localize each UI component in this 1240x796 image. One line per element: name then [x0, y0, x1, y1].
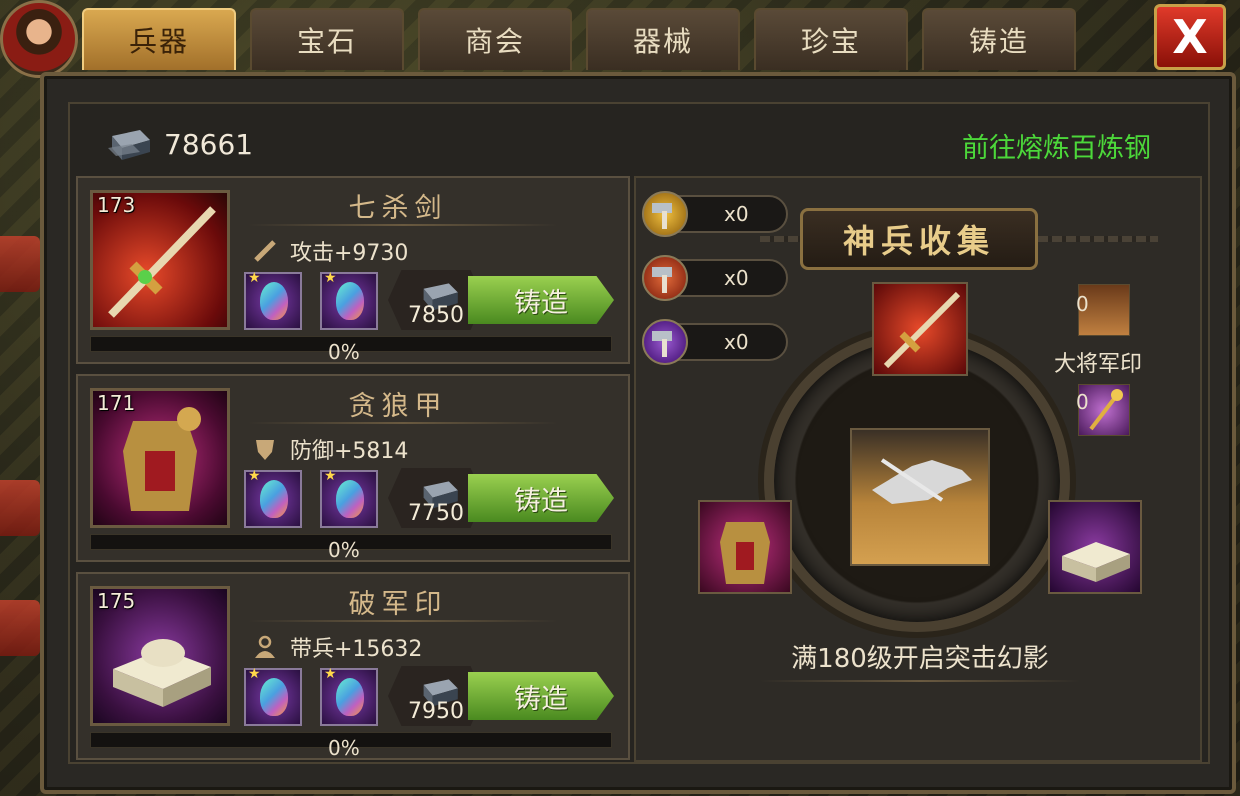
stat-value: 带兵+15632: [290, 637, 423, 662]
item-level: 173: [97, 193, 136, 217]
gem-slot-icon[interactable]: [320, 468, 378, 528]
hammer-counter: x0: [642, 318, 788, 366]
gold-hammer-icon: [642, 191, 688, 237]
side-notification[interactable]: [0, 600, 40, 656]
forge-item-card: 175 破军印 带兵+15632 7950 铸造 0%: [76, 572, 630, 760]
collection-title: 神兵收集: [800, 208, 1038, 270]
gem-slot-icon[interactable]: [244, 666, 302, 726]
hammer-counter: x0: [642, 190, 788, 238]
item-stat: 攻击+9730: [252, 234, 408, 268]
forge-button[interactable]: 铸造: [468, 276, 614, 324]
armor-item-icon[interactable]: 171: [90, 388, 230, 528]
reward-name: 大将军印: [1054, 352, 1143, 377]
progress-text: 0%: [328, 736, 360, 760]
unlock-divider: [760, 680, 1080, 682]
name-divider: [248, 620, 558, 622]
item-stat: 防御+5814: [252, 432, 408, 466]
forge-action: 7850 铸造: [388, 270, 618, 330]
reward-count: 0: [1076, 292, 1089, 316]
tab-forging[interactable]: 铸造: [922, 8, 1076, 70]
item-name: 破军印: [348, 589, 448, 620]
forge-item-card: 173 七杀剑 攻击+9730 7850 铸造 0%: [76, 176, 630, 364]
item-name: 七杀剑: [348, 193, 448, 224]
tab-treasures[interactable]: 珍宝: [754, 8, 908, 70]
seal-item-icon[interactable]: 175: [90, 586, 230, 726]
forge-item-card: 171 贪狼甲 防御+5814 7750 铸造 0%: [76, 374, 630, 562]
hammer-counter: x0: [642, 254, 788, 302]
hammer-count: x0: [678, 195, 788, 233]
close-button[interactable]: X: [1154, 4, 1226, 70]
item-stat: 带兵+15632: [252, 630, 422, 664]
tab-guild-shop[interactable]: 商会: [418, 8, 572, 70]
sword-collection-slot[interactable]: [872, 282, 968, 376]
progress-text: 0%: [328, 538, 360, 562]
player-avatar[interactable]: [0, 0, 78, 78]
gem-slot-icon[interactable]: [244, 468, 302, 528]
hammer-count: x0: [678, 259, 788, 297]
purple-hammer-icon: [642, 319, 688, 365]
divine-weapon-silhouette: [850, 428, 990, 566]
stat-value: 攻击+9730: [290, 241, 409, 266]
side-notification[interactable]: [0, 236, 40, 292]
iron-resource: 78661: [104, 116, 253, 172]
sword-item-icon[interactable]: 173: [90, 190, 230, 330]
smelt-steel-link[interactable]: 前往熔炼百炼钢: [962, 126, 1151, 165]
iron-amount: 78661: [164, 127, 254, 161]
forge-action: 7950 铸造: [388, 666, 618, 726]
progress-text: 0%: [328, 340, 360, 364]
item-level: 175: [97, 589, 136, 613]
troops-stat-icon: [252, 634, 278, 660]
tab-machinery[interactable]: 器械: [586, 8, 740, 70]
item-level: 171: [97, 391, 136, 415]
red-hammer-icon: [642, 255, 688, 301]
sword-stat-icon: [252, 238, 278, 264]
chain-decoration: [1038, 236, 1158, 242]
reward-count: 0: [1076, 390, 1089, 414]
forge-item-list: 173 七杀剑 攻击+9730 7850 铸造 0% 171 贪狼甲: [76, 176, 630, 762]
forge-button[interactable]: 铸造: [468, 672, 614, 720]
item-name: 贪狼甲: [348, 391, 448, 422]
side-notification[interactable]: [0, 480, 40, 536]
gem-slot-icon[interactable]: [320, 666, 378, 726]
name-divider: [248, 422, 558, 424]
gem-slot-icon[interactable]: [320, 270, 378, 330]
stat-value: 防御+5814: [290, 439, 409, 464]
chain-decoration: [760, 236, 800, 242]
forge-action: 7750 铸造: [388, 468, 618, 528]
iron-ingot-icon: [104, 122, 152, 166]
tab-weapons[interactable]: 兵器: [82, 8, 236, 70]
unlock-hint: 满180级开启突击幻影: [791, 644, 1049, 674]
category-tabs: 兵器 宝石 商会 器械 珍宝 铸造: [82, 8, 1076, 70]
armor-collection-slot[interactable]: [698, 500, 792, 594]
forge-button[interactable]: 铸造: [468, 474, 614, 522]
gem-slot-icon[interactable]: [244, 270, 302, 330]
hammer-count: x0: [678, 323, 788, 361]
name-divider: [248, 224, 558, 226]
tab-gems[interactable]: 宝石: [250, 8, 404, 70]
shield-stat-icon: [252, 436, 278, 462]
seal-collection-slot[interactable]: [1048, 500, 1142, 594]
